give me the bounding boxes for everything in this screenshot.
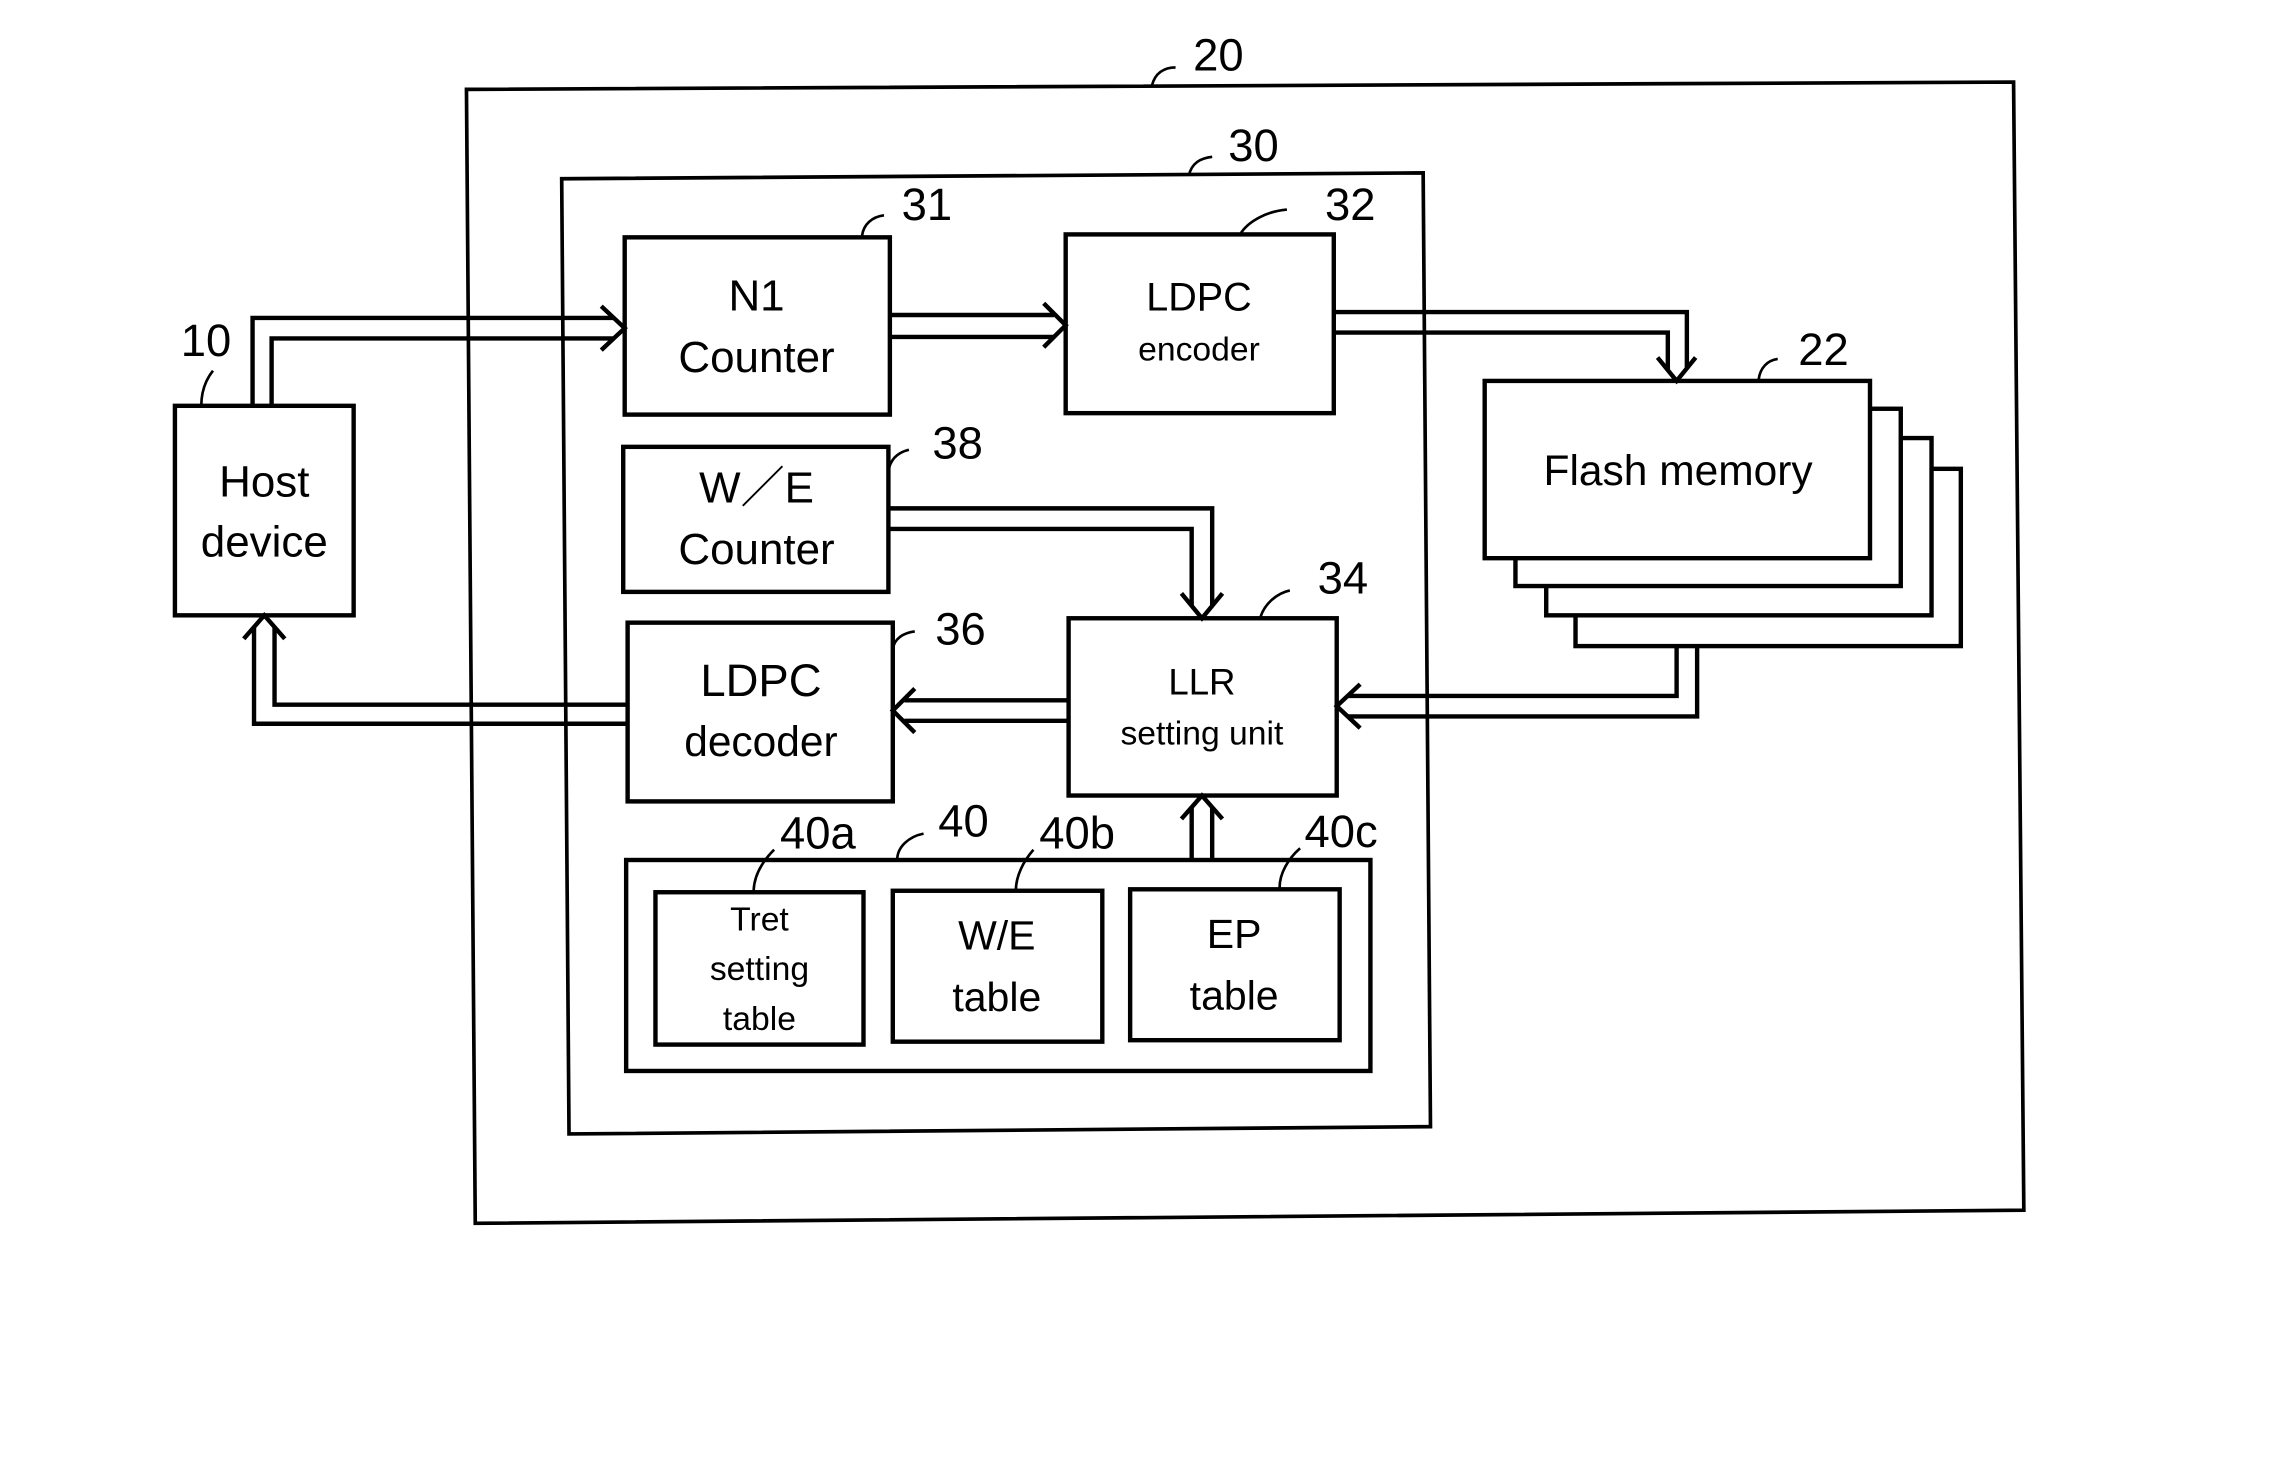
- leader-38: [887, 448, 910, 472]
- n1-counter-label-line1: N1: [728, 272, 784, 321]
- ldpc-encoder-label-line2: encoder: [1138, 331, 1260, 368]
- ref-label-40a: 40a: [780, 807, 857, 858]
- ref-label-36: 36: [935, 604, 986, 655]
- ref-label-10: 10: [181, 315, 232, 366]
- tret-table-label-line1: Tret: [730, 901, 789, 938]
- ldpc-decoder-block: [625, 620, 895, 804]
- ldpc-decoder-label-line1: LDPC: [700, 655, 821, 706]
- arrow-host-to-n1-counter: [250, 304, 628, 406]
- leader-20: [1150, 66, 1176, 86]
- leader-32: [1238, 208, 1288, 236]
- leader-10: [199, 369, 215, 406]
- n1-counter-block: [622, 235, 893, 417]
- ref-label-40: 40: [938, 796, 989, 847]
- we-table-label-line1: W/E: [958, 912, 1035, 958]
- leader-34: [1259, 589, 1291, 618]
- n1-counter-label-line2: Counter: [678, 333, 834, 382]
- we-table-label-line2: table: [952, 974, 1041, 1020]
- ref-label-31: 31: [902, 179, 953, 230]
- llr-setting-unit-label-line2: setting unit: [1120, 715, 1284, 752]
- ref-label-22: 22: [1798, 324, 1849, 375]
- leader-22: [1757, 357, 1778, 380]
- arrow-llr-to-decoder: [889, 687, 1069, 735]
- ref-label-32: 32: [1325, 179, 1376, 230]
- host-device-label-line1: Host: [219, 458, 309, 507]
- ldpc-encoder-block: [1063, 232, 1336, 416]
- ref-label-30: 30: [1228, 120, 1279, 171]
- we-counter-label-line1: W／E: [699, 464, 814, 513]
- tret-table-label-line3: table: [723, 1001, 796, 1038]
- we-counter-label-line2: Counter: [678, 525, 834, 574]
- ref-label-20: 20: [1193, 29, 1244, 80]
- arrow-encoder-to-flash-memory: [1333, 309, 1698, 385]
- host-device-label-line2: device: [201, 518, 328, 567]
- ep-table-label-line1: EP: [1207, 911, 1262, 957]
- tret-table-label-line2: setting: [710, 951, 809, 988]
- arrow-we-counter-to-llr: [888, 506, 1225, 622]
- ref-label-38: 38: [932, 418, 983, 469]
- arrow-tables-to-llr: [1179, 792, 1225, 860]
- leader-40: [895, 832, 924, 861]
- block-diagram: 20 30 Host device 10 N1 Counter 31 LDPC …: [172, 29, 2026, 1226]
- ep-table-label-line2: table: [1190, 972, 1279, 1018]
- flash-memory-stack: [1482, 378, 1964, 649]
- arrow-n1-counter-to-encoder: [889, 301, 1069, 349]
- ref-label-40c: 40c: [1304, 806, 1377, 857]
- ldpc-decoder-label-line2: decoder: [684, 719, 837, 766]
- ref-label-34: 34: [1318, 552, 1369, 603]
- arrow-flash-memory-to-llr: [1333, 646, 1700, 730]
- ref-label-40b: 40b: [1039, 807, 1115, 858]
- ldpc-encoder-label-line1: LDPC: [1146, 276, 1251, 320]
- host-device-block: [172, 403, 356, 618]
- llr-setting-unit-label-line1: LLR: [1168, 661, 1235, 702]
- arrow-decoder-to-host: [242, 611, 628, 726]
- leader-31: [860, 214, 885, 237]
- flash-memory-label: Flash memory: [1544, 448, 1814, 495]
- llr-setting-unit-block: [1066, 616, 1339, 798]
- leader-36: [891, 630, 915, 650]
